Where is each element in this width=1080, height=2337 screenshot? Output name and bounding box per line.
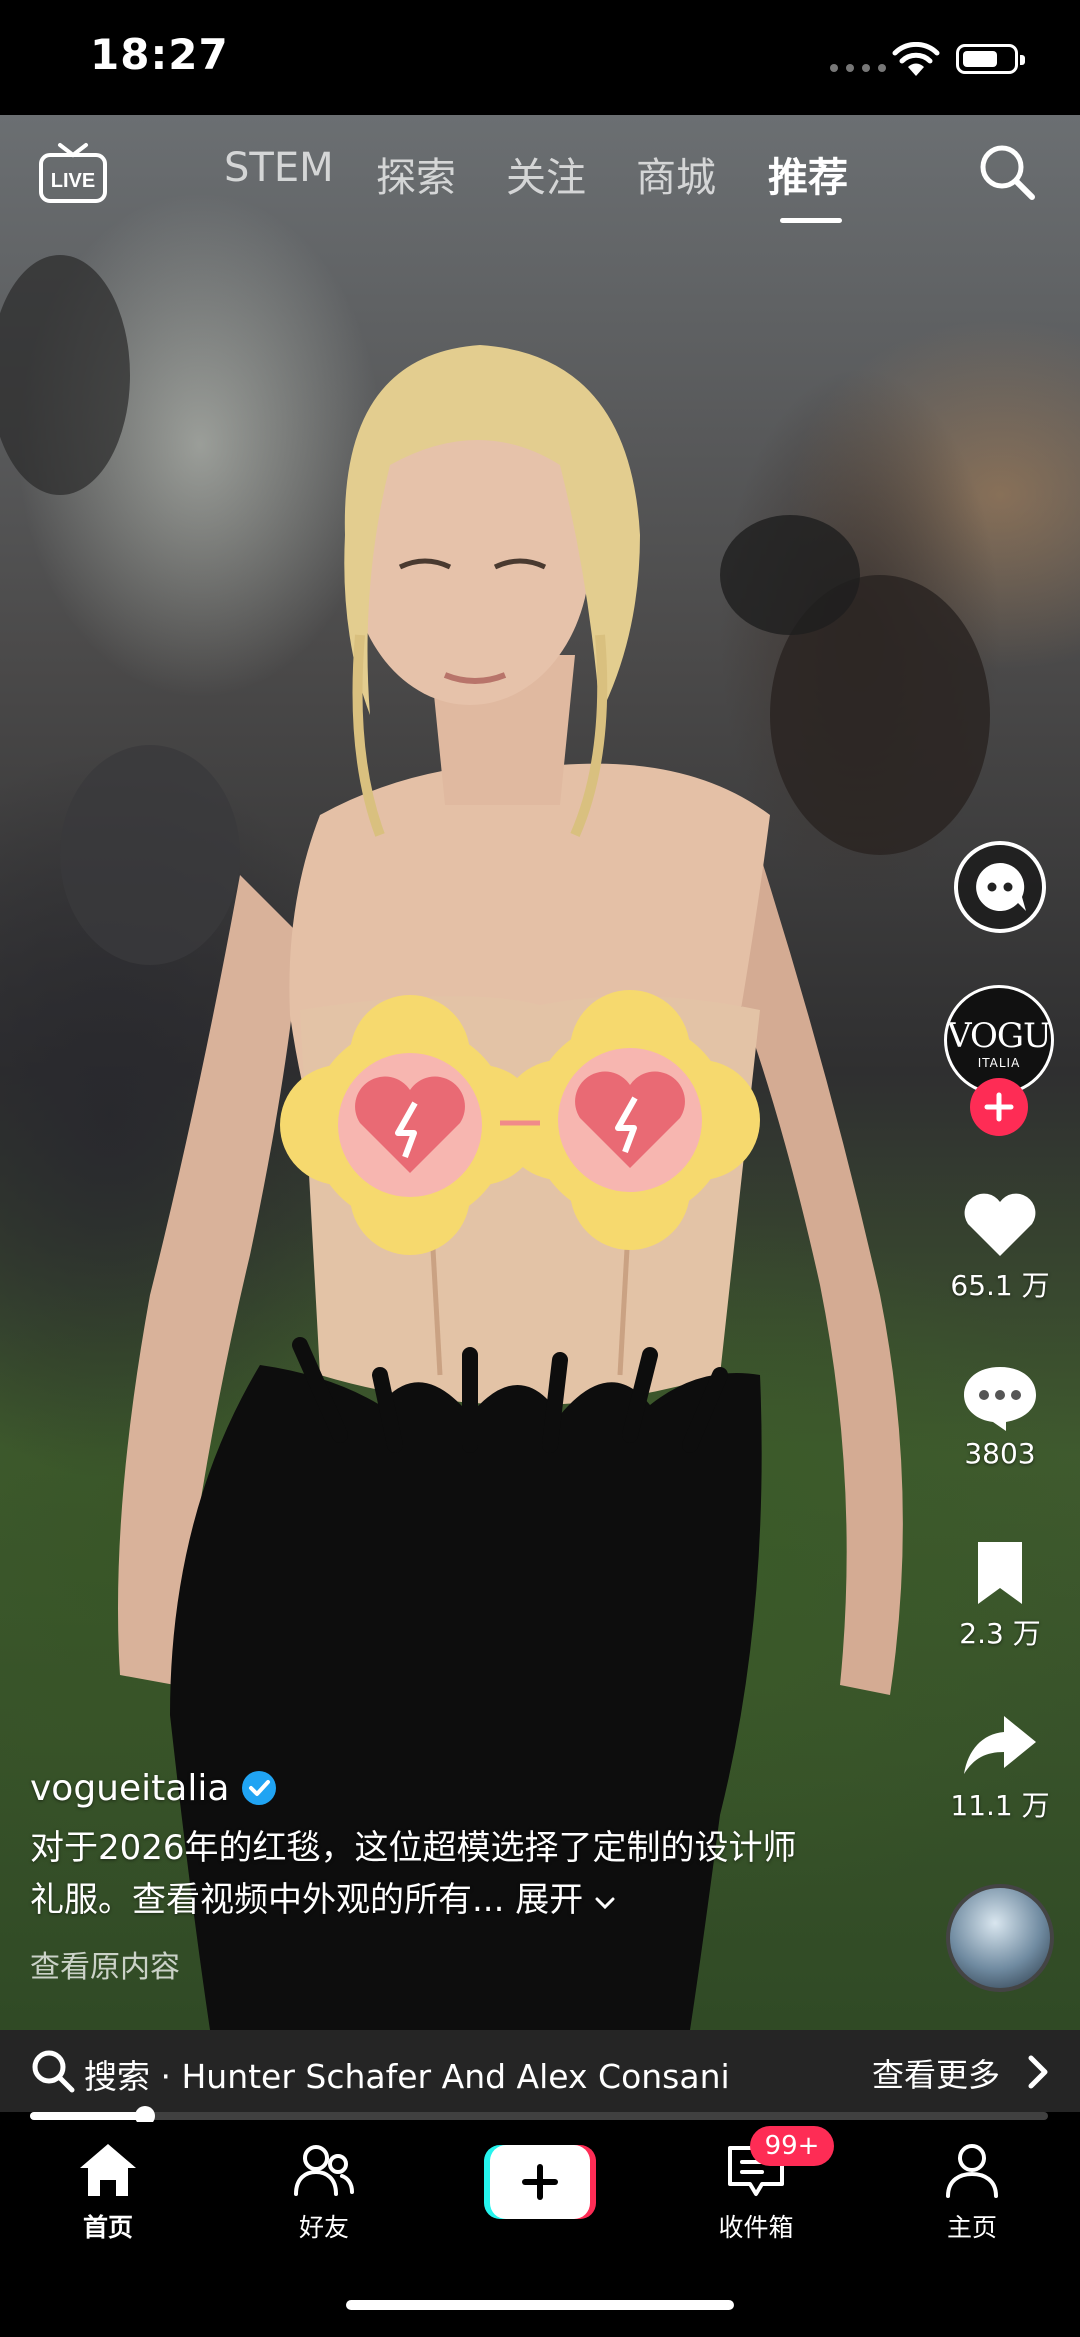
expand-caption-button[interactable]: 展开 (515, 1880, 616, 1920)
playback-progress-bar[interactable] (30, 2106, 1048, 2126)
ai-assistant-button[interactable] (954, 841, 1046, 933)
create-post-button[interactable] (484, 2145, 596, 2219)
svg-text:LIVE: LIVE (51, 170, 95, 192)
tab-shop[interactable]: 商城 (636, 145, 716, 203)
tab-for-you[interactable]: 推荐 (768, 145, 848, 203)
tab-following[interactable]: 关注 (506, 145, 586, 203)
wifi-icon (892, 42, 940, 76)
tab-stem[interactable]: STEM (224, 145, 334, 191)
share-arrow-icon (964, 1716, 1036, 1774)
like-count: 65.1 万 (950, 1269, 1050, 1302)
bookmark-icon (978, 1542, 1022, 1604)
follow-button[interactable] (970, 1078, 1028, 1136)
tab-explore[interactable]: 探索 (376, 145, 456, 203)
search-icon[interactable] (976, 141, 1038, 203)
status-time: 18:27 (90, 30, 229, 79)
comment-icon (964, 1367, 1036, 1431)
nav-profile[interactable]: 主页 (902, 2140, 1042, 2244)
creator-username-row[interactable]: vogueitalia (30, 1762, 830, 1814)
search-icon (32, 2050, 75, 2093)
inbox-unread-badge: 99+ (750, 2126, 834, 2166)
creator-username[interactable]: vogueitalia (30, 1768, 229, 1809)
video-frame-image (0, 255, 990, 2030)
see-more-link[interactable]: 查看更多 (872, 2050, 1000, 2096)
chevron-down-icon (595, 1897, 615, 1910)
home-indicator (346, 2300, 734, 2310)
battery-icon (956, 44, 1025, 74)
favorite-button[interactable]: 2.3 万 (950, 1538, 1050, 1652)
home-icon (80, 2144, 136, 2196)
music-disc[interactable] (946, 1884, 1054, 1992)
avatar-logo-subtext: ITALIA (977, 1056, 1021, 1070)
caption-text-block: 对于2026年的红毯，这位超模选择了定制的设计师礼服。查看视频中外观的所有...… (30, 1822, 830, 1926)
comment-button[interactable]: 3803 (950, 1363, 1050, 1470)
like-button[interactable]: 65.1 万 (950, 1190, 1050, 1304)
cellular-signal-icon (830, 64, 886, 72)
avatar-logo-text: VOGUE (947, 1016, 1051, 1056)
progress-fill (30, 2112, 146, 2120)
related-search-query[interactable]: 搜索 · Hunter Schafer And Alex Consani (84, 2050, 730, 2098)
expand-label: 展开 (515, 1880, 584, 1920)
active-tab-indicator (780, 218, 842, 223)
profile-icon (946, 2144, 998, 2198)
nav-home[interactable]: 首页 (38, 2140, 178, 2244)
friends-icon (294, 2145, 354, 2196)
comment-count: 3803 (964, 1437, 1036, 1470)
video-player[interactable] (0, 115, 1080, 2030)
top-navigation: LIVE STEM 探索 关注 商城 推荐 (0, 115, 1080, 235)
caption-text: 对于2026年的红毯，这位超模选择了定制的设计师礼服。查看视频中外观的所有... (30, 1828, 797, 1920)
view-original-link[interactable]: 查看原内容 (30, 1942, 830, 1986)
nav-friends-label: 好友 (298, 2213, 349, 2242)
video-caption: vogueitalia 对于2026年的红毯，这位超模选择了定制的设计师礼服。查… (30, 1762, 830, 1986)
related-search-bar[interactable]: 搜索 · Hunter Schafer And Alex Consani 查看更… (0, 2030, 1080, 2112)
verified-badge-icon (242, 1771, 277, 1805)
nav-home-label: 首页 (82, 2213, 133, 2242)
share-button[interactable]: 11.1 万 (950, 1710, 1050, 1824)
nav-friends[interactable]: 好友 (254, 2140, 394, 2244)
heart-icon (964, 1193, 1036, 1256)
chevron-right-icon[interactable] (1024, 2052, 1052, 2092)
plus-icon (984, 1092, 1014, 1122)
status-bar: 18:27 (0, 0, 1080, 115)
share-count: 11.1 万 (950, 1789, 1050, 1822)
nav-profile-label: 主页 (946, 2213, 997, 2242)
live-tv-icon[interactable]: LIVE (38, 139, 108, 205)
nav-inbox-label: 收件箱 (718, 2213, 794, 2242)
chat-bubble-icon (976, 862, 1026, 911)
favorite-count: 2.3 万 (959, 1617, 1041, 1650)
